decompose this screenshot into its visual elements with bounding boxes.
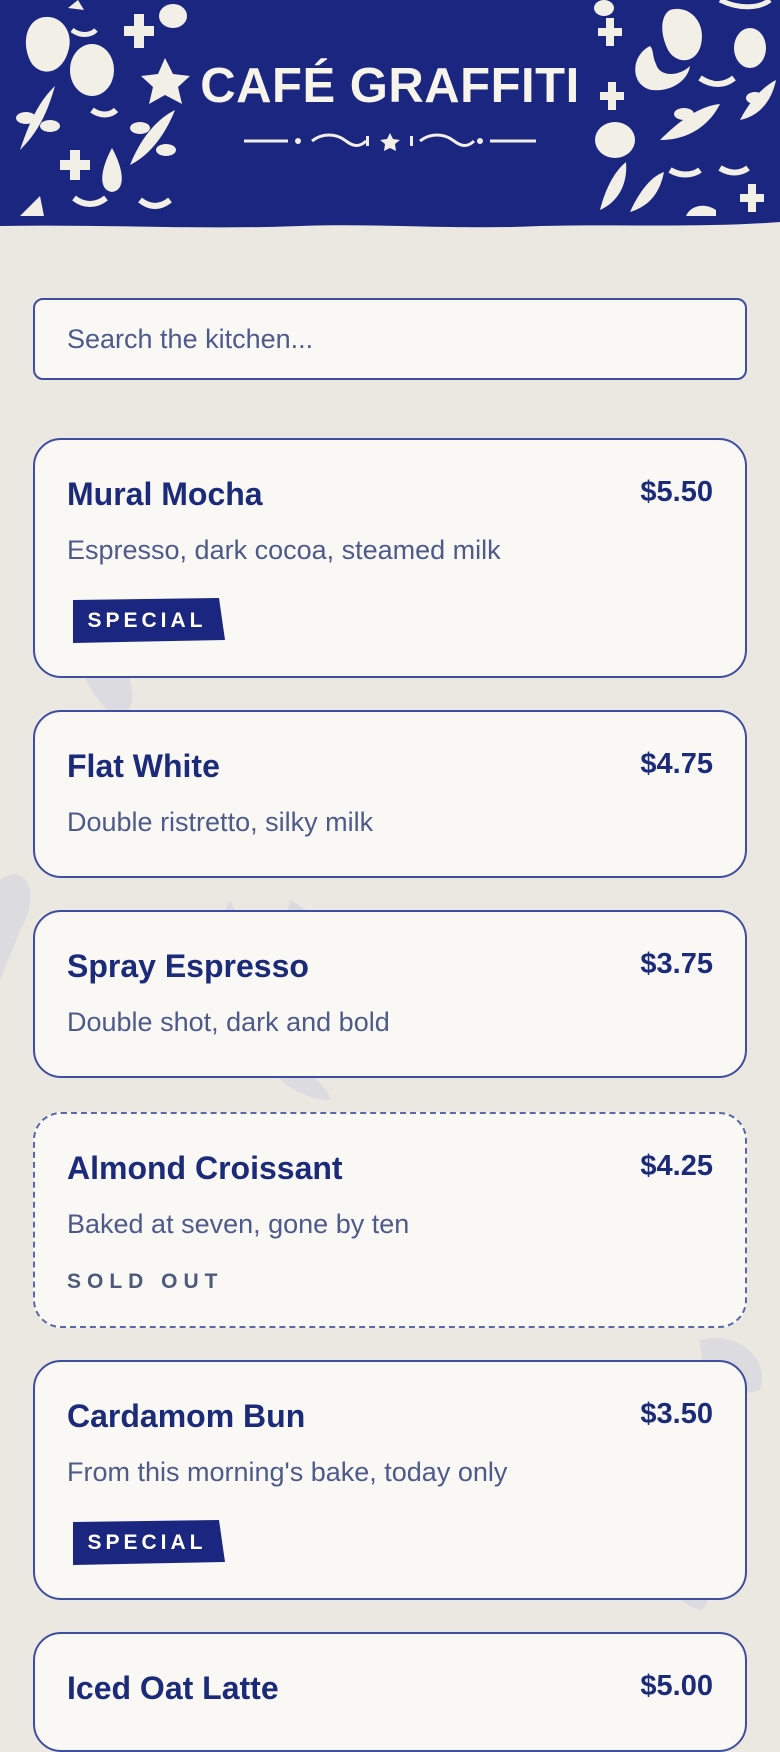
menu-item-price: $3.75 — [640, 948, 713, 980]
menu-item-name: Flat White — [67, 748, 220, 784]
search-box — [33, 298, 747, 380]
menu-item-description: From this morning's bake, today only — [67, 1457, 508, 1487]
menu-item-price: $5.00 — [640, 1670, 713, 1702]
cafe-title: CAFÉ GRAFFITI — [200, 59, 580, 113]
menu-item-name: Iced Oat Latte — [67, 1670, 279, 1706]
menu-item-name: Cardamom Bun — [67, 1398, 306, 1434]
menu-item-price: $4.75 — [640, 748, 713, 780]
menu-item-card-sold-out[interactable]: Almond Croissant $4.25 Baked at seven, g… — [33, 1112, 747, 1328]
menu-item-name: Spray Espresso — [67, 948, 309, 984]
menu-item-description: Espresso, dark cocoa, steamed milk — [67, 535, 501, 565]
special-badge-label: SPECIAL — [87, 609, 207, 632]
menu-item-card[interactable]: Flat White $4.75 Double ristretto, silky… — [33, 710, 747, 878]
special-badge-label: SPECIAL — [87, 1531, 207, 1554]
menu-item-name: Almond Croissant — [67, 1150, 343, 1186]
menu-item-price: $5.50 — [640, 476, 713, 508]
menu-item-card[interactable]: Mural Mocha $5.50 Espresso, dark cocoa, … — [33, 438, 747, 678]
menu-item-description: Baked at seven, gone by ten — [67, 1209, 410, 1239]
menu-item-card[interactable]: Cardamom Bun $3.50 From this morning's b… — [33, 1360, 747, 1600]
menu-item-card[interactable]: Spray Espresso $3.75 Double shot, dark a… — [33, 910, 747, 1078]
header-banner — [0, 0, 780, 228]
special-badge: SPECIAL — [73, 1520, 229, 1565]
menu-item-description: Double shot, dark and bold — [67, 1007, 390, 1037]
app-header: CAFÉ GRAFFITI — [0, 0, 780, 232]
menu-item-name: Mural Mocha — [67, 476, 263, 512]
search-input[interactable] — [35, 300, 745, 378]
menu-item-description: Double ristretto, silky milk — [67, 807, 374, 837]
special-badge: SPECIAL — [73, 598, 229, 643]
menu-item-price: $4.25 — [640, 1150, 713, 1182]
menu-item-card[interactable]: Iced Oat Latte $5.00 — [33, 1632, 747, 1752]
menu-item-price: $3.50 — [640, 1398, 713, 1430]
sold-out-label: SOLD OUT — [67, 1270, 224, 1293]
